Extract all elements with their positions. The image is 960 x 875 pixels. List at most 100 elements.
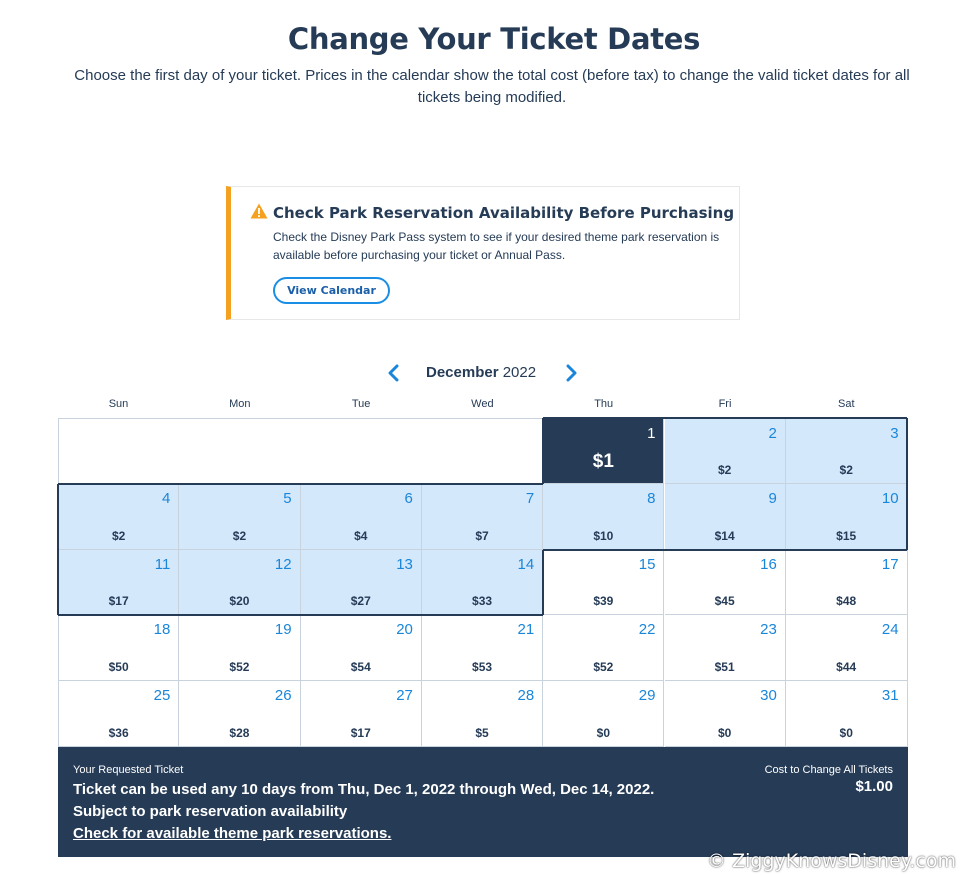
calendar-day-29[interactable]: 29 $0 bbox=[543, 681, 665, 747]
check-reservations-link[interactable]: Check for available theme park reservati… bbox=[73, 825, 391, 842]
day-price: $2 bbox=[717, 462, 732, 477]
day-price: $10 bbox=[593, 528, 614, 543]
day-number: 2 bbox=[768, 425, 777, 442]
calendar-day-16[interactable]: 16 $45 bbox=[664, 549, 786, 616]
day-number: 9 bbox=[768, 489, 777, 507]
calendar-day-13[interactable]: 13 $27 bbox=[300, 549, 422, 616]
day-price: $28 bbox=[229, 725, 250, 740]
day-number: 6 bbox=[404, 489, 413, 507]
year: 2022 bbox=[502, 364, 537, 381]
calendar-day-7[interactable]: 7 $7 bbox=[421, 483, 544, 550]
day-price: $0 bbox=[717, 725, 732, 740]
day-number: 28 bbox=[517, 687, 535, 705]
calendar-day-23[interactable]: 23 $51 bbox=[664, 615, 786, 682]
empty-days bbox=[58, 418, 543, 484]
day-price: $27 bbox=[350, 594, 371, 609]
day-number: 1 bbox=[647, 425, 656, 442]
day-price: $52 bbox=[593, 660, 614, 675]
page-title: Change Your Ticket Dates bbox=[287, 22, 701, 56]
calendar-day-20[interactable]: 20 $54 bbox=[300, 615, 422, 682]
calendar-day-8[interactable]: 8 $10 bbox=[543, 483, 665, 550]
day-number: 30 bbox=[760, 687, 777, 705]
day-price: $54 bbox=[350, 660, 371, 675]
calendar-day-21[interactable]: 21 $53 bbox=[421, 615, 544, 682]
calendar-day-4[interactable]: 4 $2 bbox=[58, 483, 180, 550]
alert-body: Check the Disney Park Pass system to see… bbox=[273, 230, 720, 262]
day-number: 10 bbox=[881, 489, 899, 507]
weekday-header: Sun Mon Tue Wed Thu Fri Sat bbox=[58, 398, 907, 416]
weekday-wed: Wed bbox=[471, 398, 494, 410]
day-price: $17 bbox=[108, 594, 129, 609]
cost-value: $1.00 bbox=[855, 778, 893, 795]
day-price: $52 bbox=[229, 660, 250, 675]
park-reservation-alert: Check Park Reservation Availability Befo… bbox=[226, 186, 740, 320]
day-number: 14 bbox=[517, 555, 535, 573]
day-price: $2 bbox=[839, 462, 853, 477]
day-number: 7 bbox=[525, 489, 535, 507]
calendar-day-31[interactable]: 31 $0 bbox=[785, 681, 908, 747]
weekday-sat: Sat bbox=[838, 398, 855, 410]
day-price: $0 bbox=[839, 725, 853, 740]
calendar-day-27[interactable]: 27 $17 bbox=[300, 681, 422, 747]
day-number: 18 bbox=[153, 621, 171, 639]
calendar-day-11[interactable]: 11 $17 bbox=[58, 549, 180, 616]
day-number: 3 bbox=[890, 425, 899, 442]
reservation-note: Subject to park reservation availability bbox=[73, 803, 348, 820]
calendar-day-30[interactable]: 30 $0 bbox=[664, 681, 786, 747]
month-year-label: December 2022 bbox=[426, 364, 536, 381]
day-number: 29 bbox=[638, 687, 656, 705]
day-number: 13 bbox=[396, 555, 413, 573]
calendar-day-6[interactable]: 6 $4 bbox=[300, 483, 422, 550]
calendar-day-28[interactable]: 28 $5 bbox=[421, 681, 544, 747]
day-number: 19 bbox=[274, 621, 292, 639]
chevron-left-icon[interactable] bbox=[385, 364, 403, 382]
chevron-right-icon[interactable] bbox=[562, 364, 580, 382]
calendar-day-9[interactable]: 9 $14 bbox=[664, 483, 786, 550]
calendar-day-14[interactable]: 14 $33 bbox=[421, 549, 544, 616]
day-price: $14 bbox=[714, 528, 735, 543]
calendar-day-18[interactable]: 18 $50 bbox=[58, 615, 180, 682]
day-price: $20 bbox=[229, 594, 250, 609]
view-calendar-button[interactable]: View Calendar bbox=[273, 277, 390, 304]
calendar-day-19[interactable]: 19 $52 bbox=[179, 615, 301, 682]
calendar-day-5[interactable]: 5 $2 bbox=[179, 483, 301, 550]
day-number: 20 bbox=[396, 621, 413, 639]
calendar-day-15[interactable]: 15 $39 bbox=[543, 549, 665, 616]
calendar-day-25[interactable]: 25 $36 bbox=[58, 681, 180, 747]
month-navigation: December 2022 bbox=[380, 360, 590, 386]
day-price: $4 bbox=[354, 528, 368, 543]
day-price: $1 bbox=[592, 450, 614, 472]
day-number: 4 bbox=[161, 489, 171, 507]
watermark: © ZiggyKnowsDisney.com bbox=[707, 850, 956, 872]
day-number: 24 bbox=[881, 621, 899, 639]
calendar-day-12[interactable]: 12 $20 bbox=[179, 549, 301, 616]
month-name: December bbox=[426, 364, 499, 381]
calendar-day-17[interactable]: 17 $48 bbox=[785, 549, 908, 616]
day-number: 8 bbox=[647, 489, 656, 507]
day-price: $51 bbox=[714, 660, 735, 675]
day-number: 17 bbox=[881, 555, 899, 573]
day-number: 26 bbox=[274, 687, 292, 705]
calendar-day-2[interactable]: 2 $2 bbox=[664, 418, 786, 484]
day-number: 23 bbox=[760, 621, 777, 639]
page-subtitle: Choose the first day of your ticket. Pri… bbox=[74, 67, 910, 106]
cost-label: Cost to Change All Tickets bbox=[764, 764, 893, 776]
calendar-day-26[interactable]: 26 $28 bbox=[179, 681, 301, 747]
weekday-sun: Sun bbox=[108, 398, 129, 410]
day-price: $36 bbox=[108, 725, 129, 740]
day-number: 11 bbox=[154, 555, 171, 573]
ticket-summary: Your Requested Ticket Ticket can be used… bbox=[58, 747, 908, 857]
day-price: $5 bbox=[475, 725, 489, 740]
day-price: $44 bbox=[836, 660, 857, 675]
weekday-fri: Fri bbox=[718, 398, 732, 410]
warning-icon bbox=[250, 203, 268, 219]
day-number: 31 bbox=[881, 687, 899, 705]
calendar-day-3[interactable]: 3 $2 bbox=[785, 418, 908, 484]
day-price: $39 bbox=[593, 594, 614, 609]
calendar-day-22[interactable]: 22 $52 bbox=[543, 615, 665, 682]
calendar-day-1[interactable]: 1 $1 bbox=[543, 418, 665, 484]
day-number: 22 bbox=[638, 621, 656, 639]
calendar-day-10[interactable]: 10 $15 bbox=[785, 483, 908, 550]
day-number: 12 bbox=[274, 555, 292, 573]
calendar-day-24[interactable]: 24 $44 bbox=[785, 615, 908, 682]
